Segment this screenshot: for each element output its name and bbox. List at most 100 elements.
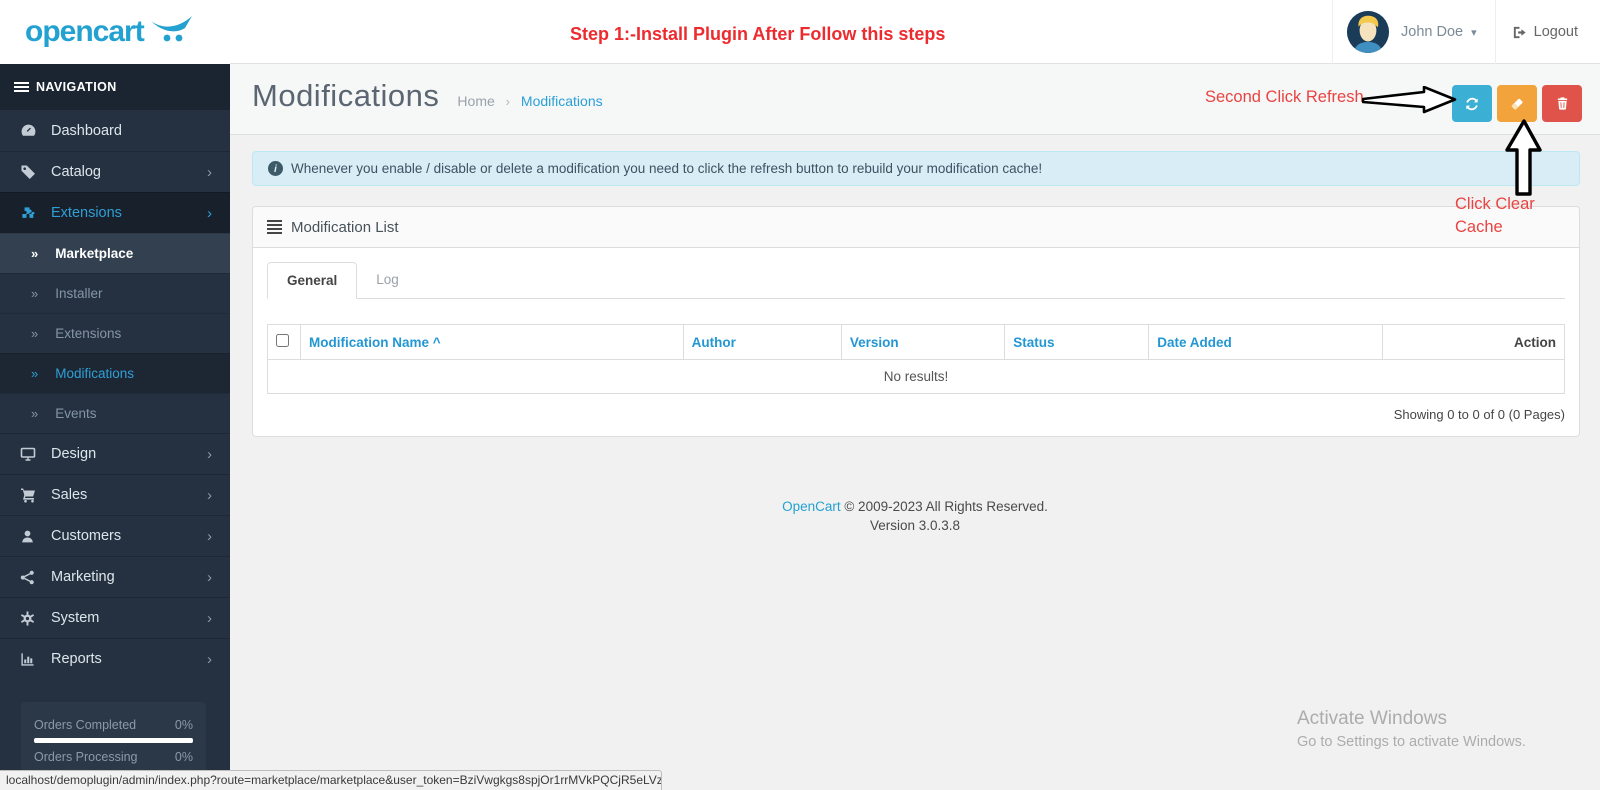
breadcrumb-separator: › [505,94,511,109]
stat-value: 0% [174,718,193,732]
breadcrumb-home[interactable]: Home [457,93,494,109]
dashboard-icon [20,122,37,139]
sidebar-item-system[interactable]: System › [0,597,230,638]
monitor-icon [20,446,37,462]
chevron-right-icon: › [207,609,212,627]
main-content: Modifications Home › Modifications i Whe… [230,64,1600,790]
chevron-right-icon: › [207,204,212,222]
chevron-right-icon: › [207,568,212,586]
cart-swoosh-icon [150,16,192,42]
share-icon [20,570,37,585]
refresh-icon [1466,97,1478,110]
gear-icon [20,610,37,626]
table-header-row: Modification Name ^ Author Version Statu… [267,324,1566,360]
top-navbar: opencart Step 1:-Install Plugin After Fo… [0,0,1600,64]
stat-orders-processing: Orders Processing 0% [34,750,193,764]
info-alert: i Whenever you enable / disable or delet… [252,151,1580,186]
sort-asc-icon: ^ [432,334,441,350]
copyright-text: © 2009-2023 All Rights Reserved. [840,499,1048,514]
sidebar-item-catalog[interactable]: Catalog › [0,151,230,192]
stat-value: 0% [174,750,193,764]
cart-icon [20,487,37,503]
tab-general[interactable]: General [267,262,358,299]
user-icon [20,529,37,544]
user-menu[interactable]: John Doe ▾ [1332,0,1496,64]
sidebar-item-reports[interactable]: Reports › [0,638,230,679]
double-chevron-icon: » [31,406,39,421]
arrow-up-icon [1505,119,1542,196]
sidebar-item-marketing[interactable]: Marketing › [0,556,230,597]
logout-label: Logout [1533,24,1578,40]
hamburger-icon [14,80,29,94]
page-action-buttons [1447,85,1582,122]
sidebar-subitem-events[interactable]: » Events [0,393,230,433]
table-row: No results! [267,359,1565,394]
sidebar-item-sales[interactable]: Sales › [0,474,230,515]
avatar [1347,11,1390,53]
alert-text: Whenever you enable / disable or delete … [291,161,1043,176]
browser-status-bar: localhost/demoplugin/admin/index.php?rou… [0,770,662,790]
double-chevron-icon: » [31,326,39,341]
double-chevron-icon: » [31,246,39,261]
no-results-text: No results! [267,359,1565,394]
sort-status[interactable]: Status [1013,335,1054,350]
sort-version[interactable]: Version [850,335,899,350]
logout-icon [1513,26,1526,38]
page-title: Modifications [252,78,440,113]
sidebar-subitem-marketplace[interactable]: » Marketplace [0,233,230,273]
panel-title: Modification List [291,218,399,236]
modification-table: Modification Name ^ Author Version Statu… [267,324,1566,394]
logo-text: opencart [25,15,145,48]
annotation-click-clear-cache: Click Clear Cache [1455,195,1535,236]
tab-bar: General Log [267,262,1565,299]
progress-bar [34,738,193,743]
sidebar-subitem-installer[interactable]: » Installer [0,273,230,313]
sidebar-item-extensions[interactable]: Extensions › [0,192,230,233]
sidebar-item-dashboard[interactable]: Dashboard [0,110,230,151]
logout-button[interactable]: Logout [1496,0,1600,64]
trash-icon [1557,97,1567,110]
activate-windows-watermark: Activate Windows Go to Settings to activ… [1297,708,1526,750]
chevron-right-icon: › [207,163,212,181]
sidebar-item-customers[interactable]: Customers › [0,515,230,556]
eraser-icon [1511,98,1523,110]
tab-log[interactable]: Log [357,262,418,299]
opencart-logo[interactable]: opencart [0,0,230,64]
puzzle-icon [20,205,37,221]
sidebar-item-design[interactable]: Design › [0,433,230,474]
sidebar: NAVIGATION Dashboard Catalog › Extension… [0,64,230,790]
version-text: Version 3.0.3.8 [869,518,961,533]
sort-author[interactable]: Author [692,335,736,350]
footer: OpenCart © 2009-2023 All Rights Reserved… [230,437,1600,535]
step-annotation: Step 1:-Install Plugin After Follow this… [570,24,946,44]
sidebar-subitem-modifications[interactable]: » Modifications [0,353,230,393]
modification-list-panel: Modification List General Log Modificati… [252,206,1580,437]
info-icon: i [268,161,283,176]
select-all-checkbox[interactable] [276,334,289,347]
delete-button[interactable] [1542,85,1582,122]
breadcrumb: Home › Modifications [457,93,602,109]
sort-date-added[interactable]: Date Added [1157,335,1232,350]
list-icon [267,218,282,236]
chevron-right-icon: › [207,486,212,504]
sidebar-nav-header: NAVIGATION [0,64,230,110]
arrow-right-icon [1362,86,1457,114]
breadcrumb-current[interactable]: Modifications [521,93,603,109]
clear-cache-button[interactable] [1497,85,1537,122]
user-name: John Doe [1401,24,1464,40]
tag-icon [20,164,37,180]
chevron-right-icon: › [207,445,212,463]
pagination-summary: Showing 0 to 0 of 0 (0 Pages) [1393,407,1565,422]
chevron-right-icon: › [207,527,212,545]
double-chevron-icon: » [31,286,39,301]
action-header: Action [1381,324,1566,360]
sort-modification-name[interactable]: Modification Name ^ [309,335,441,350]
refresh-button[interactable] [1452,85,1492,122]
chevron-down-icon: ▾ [1471,26,1477,39]
panel-heading: Modification List [253,207,1579,248]
opencart-footer-link[interactable]: OpenCart [782,499,841,514]
bar-chart-icon [20,652,37,667]
sidebar-subitem-extensions[interactable]: » Extensions [0,313,230,353]
chevron-right-icon: › [207,650,212,668]
annotation-second-click-refresh: Second Click Refresh [1205,88,1364,106]
